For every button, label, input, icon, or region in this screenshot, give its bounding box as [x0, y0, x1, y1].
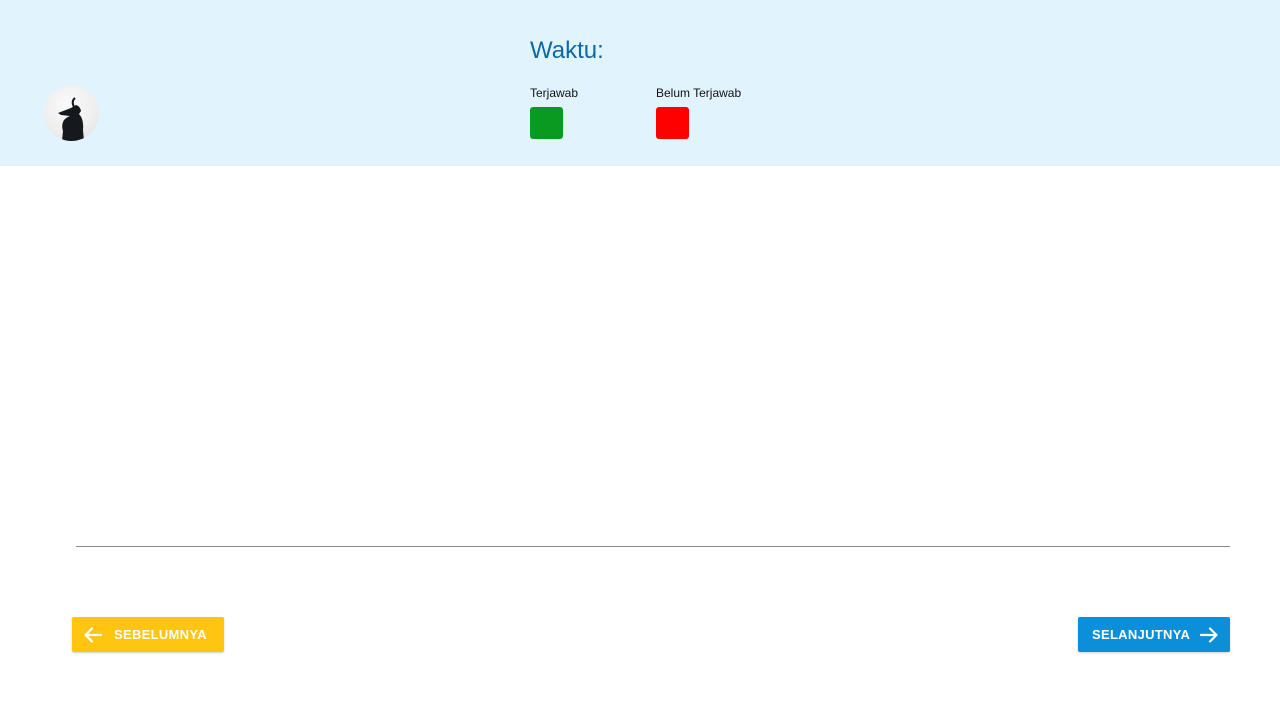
legend-unanswered-label: Belum Terjawab — [656, 86, 742, 100]
next-button[interactable]: SELANJUTNYA — [1078, 617, 1230, 652]
next-button-label: SELANJUTNYA — [1092, 627, 1191, 642]
legend-answered: Terjawab — [530, 86, 578, 139]
previous-button-label: SEBELUMNYA — [114, 627, 207, 642]
legend-answered-label: Terjawab — [530, 86, 579, 100]
profile-silhouette-icon — [58, 97, 84, 141]
avatar[interactable] — [44, 86, 99, 141]
arrow-right-icon — [1200, 626, 1218, 643]
header-bar: Waktu: Terjawab Belum Terjawab — [0, 0, 1280, 166]
legend-unanswered-swatch — [656, 107, 689, 139]
legend-unanswered: Belum Terjawab — [656, 86, 741, 139]
legend-answered-swatch — [530, 107, 563, 139]
arrow-left-icon — [84, 626, 102, 643]
timer-label: Waktu: — [530, 37, 604, 64]
previous-button[interactable]: SEBELUMNYA — [72, 617, 224, 652]
content-divider — [76, 546, 1230, 547]
